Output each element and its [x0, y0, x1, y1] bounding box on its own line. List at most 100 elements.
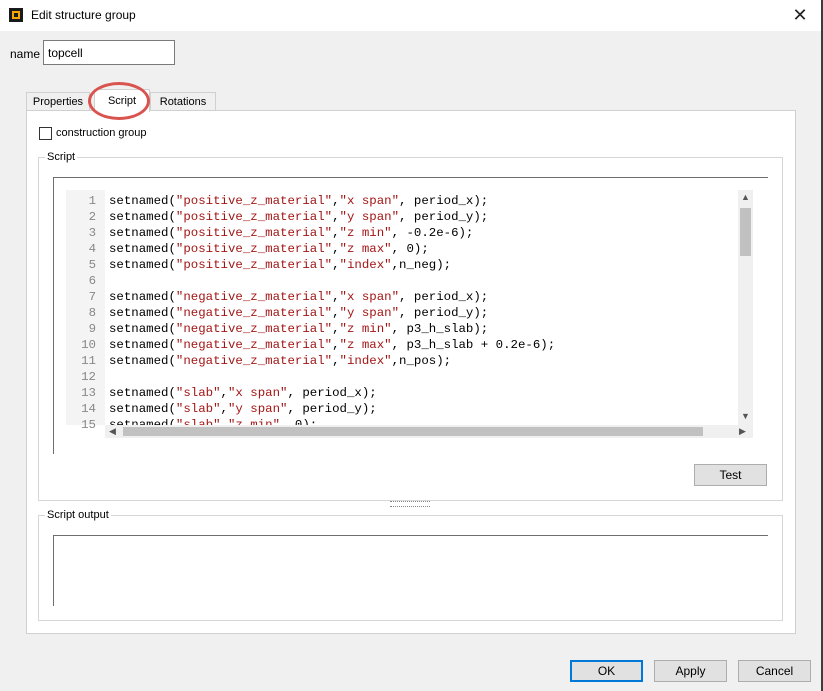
line-number: 3 — [88, 226, 96, 240]
string-literal: "positive_z_material" — [175, 194, 333, 208]
line-number: 15 — [81, 418, 96, 432]
code-token: setnamed( — [109, 386, 176, 400]
name-input[interactable] — [43, 40, 175, 65]
line-number: 2 — [88, 210, 96, 224]
code-token: , 0); — [391, 242, 429, 256]
scroll-up-icon[interactable]: ▲ — [741, 192, 750, 202]
code-token: , -0.2e-6); — [391, 226, 474, 240]
code-text: setnamed("negative_z_material","x span",… — [109, 289, 488, 305]
code-token: setnamed( — [109, 322, 176, 336]
construction-group-checkbox[interactable] — [39, 127, 52, 140]
script-editor[interactable]: 1 setnamed("positive_z_material","x span"… — [66, 190, 753, 438]
code-line: 7 setnamed("negative_z_material","x span"… — [66, 289, 738, 305]
vertical-scroll-thumb[interactable] — [740, 208, 751, 256]
string-literal: "y span" — [227, 402, 288, 416]
tab-script[interactable]: Script — [94, 89, 150, 112]
code-token: , period_x); — [399, 290, 489, 304]
code-token: setnamed( — [109, 210, 176, 224]
code-token: , — [332, 354, 340, 368]
script-output-area — [53, 535, 768, 606]
code-token: setnamed( — [109, 194, 176, 208]
scroll-down-icon[interactable]: ▼ — [741, 411, 750, 421]
string-literal: "z min" — [339, 226, 392, 240]
code-text: setnamed("positive_z_material","index",n… — [109, 257, 451, 273]
code-line: 14 setnamed("slab","y span", period_y); — [66, 401, 738, 417]
line-number: 9 — [88, 322, 96, 336]
string-literal: "positive_z_material" — [175, 226, 333, 240]
close-icon[interactable]: ✕ — [777, 0, 823, 31]
apply-button[interactable]: Apply — [654, 660, 727, 682]
code-token: , — [332, 226, 340, 240]
splitter-handle[interactable] — [390, 501, 430, 507]
code-token: , — [332, 210, 340, 224]
cancel-button[interactable]: Cancel — [738, 660, 811, 682]
line-number: 5 — [88, 258, 96, 272]
code-token: ,n_neg); — [391, 258, 452, 272]
code-line: 4 setnamed("positive_z_material","z max",… — [66, 241, 738, 257]
code-token: , period_x); — [399, 194, 489, 208]
code-line: 8 setnamed("negative_z_material","y span"… — [66, 305, 738, 321]
horizontal-scroll-thumb[interactable] — [123, 427, 703, 436]
string-literal: "slab" — [175, 402, 221, 416]
construction-group-label: construction group — [56, 127, 147, 139]
string-literal: "index" — [339, 258, 392, 272]
line-number: 11 — [81, 354, 96, 368]
code-token: setnamed( — [109, 306, 176, 320]
horizontal-scrollbar[interactable]: ◀ ▶ — [105, 425, 753, 438]
code-token: setnamed( — [109, 402, 176, 416]
code-token: , period_y); — [399, 306, 489, 320]
code-token: setnamed( — [109, 290, 176, 304]
string-literal: "positive_z_material" — [175, 258, 333, 272]
vertical-scrollbar[interactable]: ▲ ▼ — [738, 190, 753, 425]
tab-rotations[interactable]: Rotations — [150, 92, 216, 111]
code-text: setnamed("negative_z_material","z min", … — [109, 321, 488, 337]
code-text: setnamed("positive_z_material","z max", … — [109, 241, 429, 257]
test-button[interactable]: Test — [694, 464, 767, 486]
string-literal: "x span" — [227, 386, 288, 400]
string-literal: "negative_z_material" — [175, 290, 333, 304]
code-token: , period_y); — [287, 402, 377, 416]
string-literal: "x span" — [339, 290, 400, 304]
string-literal: "positive_z_material" — [175, 242, 333, 256]
line-number: 13 — [81, 386, 96, 400]
title-bar: Edit structure group ✕ — [0, 0, 823, 31]
string-literal: "slab" — [175, 386, 221, 400]
code-line: 9 setnamed("negative_z_material","z min",… — [66, 321, 738, 337]
line-number: 14 — [81, 402, 96, 416]
string-literal: "negative_z_material" — [175, 354, 333, 368]
code-token: , — [332, 258, 340, 272]
window-title: Edit structure group — [31, 8, 136, 22]
string-literal: "z max" — [339, 338, 392, 352]
code-text: setnamed("negative_z_material","z max", … — [109, 337, 555, 353]
line-number: 8 — [88, 306, 96, 320]
tab-properties[interactable]: Properties — [26, 92, 90, 111]
code-text: setnamed("positive_z_material","z min", … — [109, 225, 473, 241]
string-literal: "z min" — [339, 322, 392, 336]
code-line: 6 — [66, 273, 738, 289]
code-text: setnamed("positive_z_material","y span",… — [109, 209, 488, 225]
string-literal: "y span" — [339, 210, 400, 224]
code-token: setnamed( — [109, 258, 176, 272]
code-line: 3 setnamed("positive_z_material","z min",… — [66, 225, 738, 241]
code-line: 10 setnamed("negative_z_material","z max"… — [66, 337, 738, 353]
code-line: 5 setnamed("positive_z_material","index",… — [66, 257, 738, 273]
line-number: 7 — [88, 290, 96, 304]
scroll-right-icon[interactable]: ▶ — [739, 426, 746, 437]
line-number: 4 — [88, 242, 96, 256]
line-number: 6 — [88, 274, 96, 288]
script-group-title: Script — [45, 151, 78, 163]
string-literal: "negative_z_material" — [175, 322, 333, 336]
code-line: 11 setnamed("negative_z_material","index"… — [66, 353, 738, 369]
name-label: name — [10, 47, 41, 61]
code-line: 1 setnamed("positive_z_material","x span"… — [66, 193, 738, 209]
line-number: 12 — [81, 370, 96, 384]
code-token: setnamed( — [109, 338, 176, 352]
scroll-left-icon[interactable]: ◀ — [109, 426, 116, 437]
string-literal: "index" — [339, 354, 392, 368]
string-literal: "x span" — [339, 194, 400, 208]
code-text: setnamed("slab","x span", period_x); — [109, 385, 377, 401]
code-token: , — [332, 338, 340, 352]
string-literal: "y span" — [339, 306, 400, 320]
ok-button[interactable]: OK — [570, 660, 643, 682]
code-line: 2 setnamed("positive_z_material","y span"… — [66, 209, 738, 225]
